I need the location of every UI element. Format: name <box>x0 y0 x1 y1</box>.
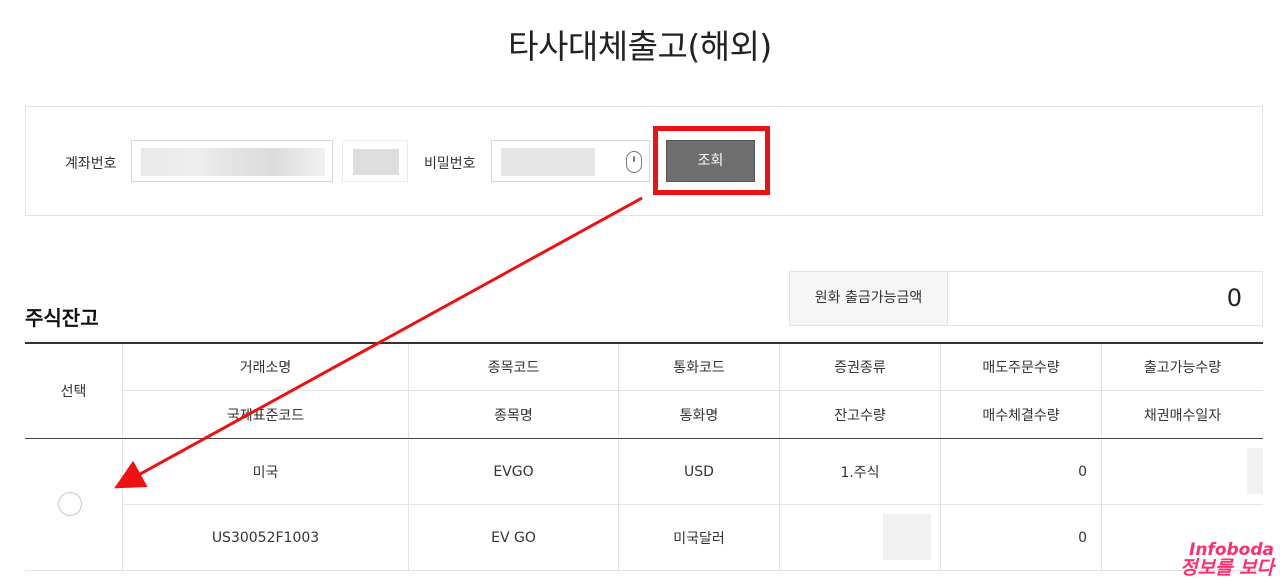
header-currency-name: 통화명 <box>619 391 780 438</box>
mouse-icon[interactable] <box>626 151 642 173</box>
header-buy-exec-qty: 매수체결수량 <box>941 391 1102 438</box>
cell-symbol-name: EV GO <box>409 505 619 571</box>
select-header: 선택 <box>25 344 123 438</box>
header-sell-order-qty: 매도주문수량 <box>941 344 1102 391</box>
account-number-input[interactable] <box>131 140 333 182</box>
account-number-label: 계좌번호 <box>65 156 117 172</box>
header-balance-qty: 잔고수량 <box>780 391 941 438</box>
available-amount-value: 0 <box>1226 284 1242 312</box>
header-security-type: 증권종류 <box>780 344 941 391</box>
search-button[interactable]: 조회 <box>666 140 755 182</box>
header-currency-code: 통화코드 <box>619 344 780 391</box>
cell-symbol-code: EVGO <box>409 440 619 505</box>
blurred-password-value <box>501 148 595 176</box>
available-amount-label: 원화 출금가능금액 <box>790 272 948 325</box>
header-exchange: 거래소명 <box>123 344 409 391</box>
watermark-line2: 정보를 보다 <box>1179 557 1274 579</box>
password-input[interactable] <box>491 140 650 182</box>
available-amount-box: 원화 출금가능금액 0 <box>789 271 1263 326</box>
password-label: 비밀번호 <box>424 156 476 172</box>
blurred-sub-value <box>353 149 399 175</box>
header-symbol-name: 종목명 <box>409 391 619 438</box>
cell-security-type: 1.주식 <box>780 440 941 505</box>
cell-buy-exec-qty: 0 <box>941 505 1102 571</box>
cell-currency-code: USD <box>619 440 780 505</box>
masked-balance-qty <box>883 514 931 560</box>
section-title: 주식잔고 <box>25 306 99 330</box>
cell-currency-name: 미국달러 <box>619 505 780 571</box>
cell-isin: US30052F1003 <box>123 505 409 571</box>
header-bond-buy-date: 채권매수일자 <box>1143 407 1222 424</box>
row-select-radio[interactable] <box>58 492 82 516</box>
watermark: Infoboda 정보를 보다 <box>1180 542 1274 578</box>
account-sub-input[interactable] <box>342 140 408 182</box>
header-symbol-code: 종목코드 <box>409 344 619 391</box>
header-divider <box>25 438 1263 439</box>
stock-balance-table: 선택 거래소명 종목코드 통화코드 증권종류 매도주문수량 출고가능수량 국제표… <box>25 342 1263 571</box>
cell-transferable-qty <box>1102 440 1263 505</box>
page-title: 타사대체출고(해외) <box>508 27 772 66</box>
header-isin: 국제표준코드 <box>123 391 409 438</box>
search-panel: 계좌번호 비밀번호 조회 <box>25 106 1263 216</box>
masked-transferable-qty <box>1247 448 1263 494</box>
cell-exchange: 미국 <box>123 440 409 505</box>
blurred-account-value <box>141 148 325 176</box>
cell-sell-order-qty: 0 <box>941 440 1102 505</box>
header-transferable-qty: 출고가능수량 <box>1102 344 1263 391</box>
